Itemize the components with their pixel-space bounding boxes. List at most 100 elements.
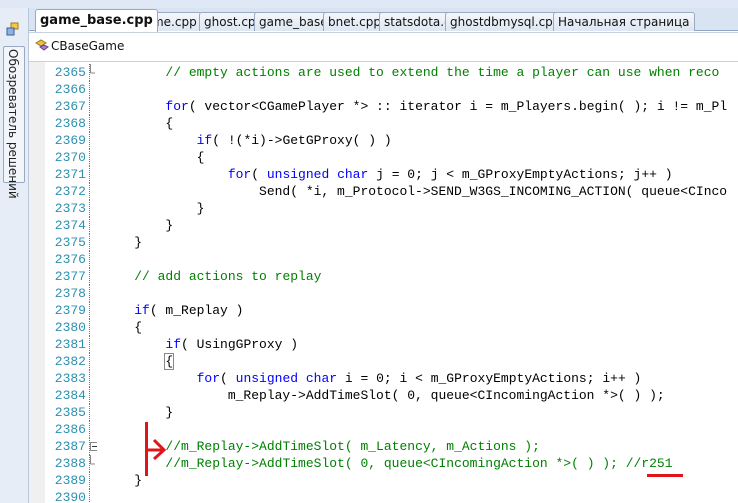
collapse-icon[interactable] bbox=[89, 438, 97, 455]
code-line[interactable]: 2368 { bbox=[29, 115, 738, 132]
code-token: ( !(*i)->GetGProxy( ) ) bbox=[212, 133, 392, 148]
line-number: 2378 bbox=[54, 286, 86, 301]
code-text: for( vector<CGamePlayer *> :: iterator i… bbox=[103, 98, 727, 115]
line-number: 2370 bbox=[54, 150, 86, 165]
code-line[interactable]: 2386 bbox=[29, 421, 738, 438]
code-text: Send( *i, m_Protocol->SEND_W3GS_INCOMING… bbox=[103, 183, 727, 200]
navigation-bar[interactable]: CBaseGame bbox=[29, 32, 738, 62]
margin-separator bbox=[89, 336, 90, 353]
margin-separator bbox=[89, 302, 90, 319]
margin-separator bbox=[89, 285, 90, 302]
code-line[interactable]: 2389 } bbox=[29, 472, 738, 489]
margin-separator bbox=[89, 489, 90, 503]
code-token: } bbox=[103, 218, 174, 233]
code-line[interactable]: 2365 // empty actions are used to extend… bbox=[29, 64, 738, 81]
code-line[interactable]: 2373 } bbox=[29, 200, 738, 217]
tab-start-page[interactable]: Начальная страница bbox=[553, 12, 695, 31]
line-number: 2386 bbox=[54, 422, 86, 437]
code-text: for( unsigned char j = 0; j < m_GProxyEm… bbox=[103, 166, 673, 183]
annotation-underline-r251 bbox=[647, 474, 683, 477]
code-line[interactable]: 2369 if( !(*i)->GetGProxy( ) ) bbox=[29, 132, 738, 149]
code-line[interactable]: 2371 for( unsigned char j = 0; j < m_GPr… bbox=[29, 166, 738, 183]
margin-separator bbox=[89, 132, 90, 149]
keyword: for bbox=[165, 99, 189, 114]
code-line[interactable]: 2388 //m_Replay->AddTimeSlot( 0, queue<C… bbox=[29, 455, 738, 472]
code-token: ( UsingGProxy ) bbox=[181, 337, 299, 352]
code-token: i = 0; i < m_GProxyEmptyActions; i++ ) bbox=[337, 371, 642, 386]
code-text: { bbox=[103, 115, 173, 132]
code-text: m_Replay->AddTimeSlot( 0, queue<CIncomin… bbox=[103, 387, 665, 404]
document-tabs: game_base.cpp game.cpp ghost.cpp game_base.… bbox=[29, 8, 738, 32]
code-text: { bbox=[103, 319, 142, 336]
line-number: 2389 bbox=[54, 473, 86, 488]
keyword: unsigned bbox=[235, 371, 299, 386]
margin-separator bbox=[89, 421, 90, 438]
sidebar: Обозреватель решений bbox=[0, 8, 29, 503]
keyword: if bbox=[196, 133, 213, 148]
margin-separator bbox=[89, 370, 90, 387]
code-line[interactable]: 2374 } bbox=[29, 217, 738, 234]
code-line[interactable]: 2370 { bbox=[29, 149, 738, 166]
brace-match: { bbox=[164, 353, 175, 370]
comment: // add actions to replay bbox=[134, 269, 322, 284]
code-text: } bbox=[103, 472, 142, 489]
line-number: 2366 bbox=[54, 82, 86, 97]
class-selector[interactable]: CBaseGame bbox=[51, 39, 124, 53]
tab-game-base-cpp[interactable]: game_base.cpp bbox=[35, 9, 158, 32]
code-token: } bbox=[103, 405, 174, 420]
code-line[interactable]: 2377 // add actions to replay bbox=[29, 268, 738, 285]
solution-explorer-tab[interactable]: Обозреватель решений bbox=[3, 46, 25, 199]
code-line[interactable]: 2384 m_Replay->AddTimeSlot( 0, queue<CIn… bbox=[29, 387, 738, 404]
comment: // empty actions are used to extend the … bbox=[165, 65, 720, 80]
code-line[interactable]: 2366 bbox=[29, 81, 738, 98]
fold-end-marker bbox=[90, 64, 95, 74]
margin-separator bbox=[89, 183, 90, 200]
margin-separator bbox=[89, 268, 90, 285]
margin-separator bbox=[89, 115, 90, 132]
solution-explorer-label: Обозреватель решений bbox=[6, 49, 20, 199]
code-line[interactable]: 2379 if( m_Replay ) bbox=[29, 302, 738, 319]
line-number: 2387 bbox=[54, 439, 86, 454]
code-token: Send( *i, m_Protocol->SEND_W3GS_INCOMING… bbox=[103, 184, 728, 199]
code-line[interactable]: 2382 { bbox=[29, 353, 738, 370]
code-line[interactable]: 2378 bbox=[29, 285, 738, 302]
fold-end-marker bbox=[90, 455, 95, 465]
tab-bnet-cpp[interactable]: bnet.cpp bbox=[323, 12, 386, 31]
code-line[interactable]: 2390 bbox=[29, 489, 738, 503]
code-text: // add actions to replay bbox=[103, 268, 321, 285]
code-line[interactable]: 2367 for( vector<CGamePlayer *> :: itera… bbox=[29, 98, 738, 115]
line-number: 2377 bbox=[54, 269, 86, 284]
code-text: //m_Replay->AddTimeSlot( m_Latency, m_Ac… bbox=[103, 438, 539, 455]
code-token: ( m_Replay ) bbox=[149, 303, 244, 318]
code-line[interactable]: 2385 } bbox=[29, 404, 738, 421]
code-line[interactable]: 2383 for( unsigned char i = 0; i < m_GPr… bbox=[29, 370, 738, 387]
class-icon bbox=[35, 39, 49, 51]
margin-separator bbox=[89, 200, 90, 217]
keyword: unsigned bbox=[266, 167, 330, 182]
code-token: ( vector<CGamePlayer *> :: iterator i = … bbox=[188, 99, 728, 114]
code-text: } bbox=[103, 217, 173, 234]
margin-separator bbox=[89, 81, 90, 98]
code-token: { bbox=[103, 320, 143, 335]
code-line[interactable]: 2376 bbox=[29, 251, 738, 268]
code-text: // empty actions are used to extend the … bbox=[103, 64, 719, 81]
code-line[interactable]: 2387 //m_Replay->AddTimeSlot( m_Latency,… bbox=[29, 438, 738, 455]
code-line[interactable]: 2381 if( UsingGProxy ) bbox=[29, 336, 738, 353]
code-line[interactable]: 2375 } bbox=[29, 234, 738, 251]
margin-separator bbox=[89, 149, 90, 166]
code-line[interactable]: 2372 Send( *i, m_Protocol->SEND_W3GS_INC… bbox=[29, 183, 738, 200]
line-number: 2371 bbox=[54, 167, 86, 182]
code-line[interactable]: 2380 { bbox=[29, 319, 738, 336]
code-editor[interactable]: 2365 // empty actions are used to extend… bbox=[29, 62, 738, 503]
keyword: char bbox=[305, 371, 338, 386]
code-token: { bbox=[103, 150, 205, 165]
tab-ghostdbmysql-cpp[interactable]: ghostdbmysql.cpp bbox=[445, 12, 566, 31]
line-number: 2381 bbox=[54, 337, 86, 352]
